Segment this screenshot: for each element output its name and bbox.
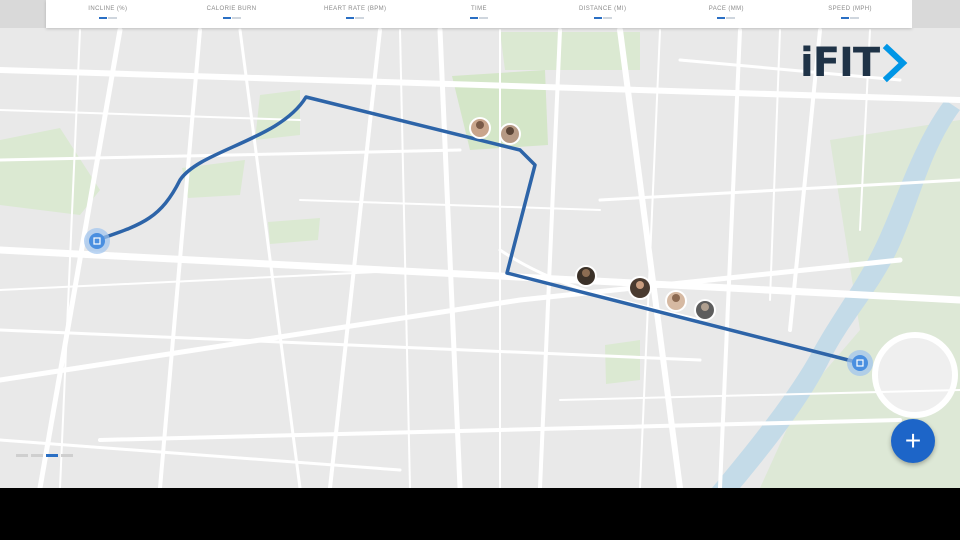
stats-bar-edge: [0, 0, 46, 28]
logo-text: iFIT: [800, 40, 880, 86]
page-dot[interactable]: [16, 454, 28, 457]
stat-distance: DISTANCE (MI): [548, 0, 658, 19]
stat-value-placeholder: [222, 16, 241, 19]
start-marker[interactable]: [84, 228, 110, 254]
plus-icon: +: [904, 425, 922, 456]
stats-panel: INCLINE (%) CALORIE BURN HEART RATE (BPM…: [46, 0, 912, 28]
stat-label: INCLINE (%): [88, 6, 128, 12]
page-dot[interactable]: [61, 454, 73, 457]
participant-avatar[interactable]: [499, 123, 521, 145]
stat-pace: PACE (MM): [671, 0, 781, 19]
chevron-right-icon: [882, 43, 908, 83]
stat-label: DISTANCE (MI): [578, 6, 627, 12]
page-dot-active[interactable]: [46, 454, 58, 457]
page-dot[interactable]: [31, 454, 43, 457]
stat-label: PACE (MM): [708, 6, 744, 12]
stat-value-placeholder: [98, 16, 117, 19]
participant-avatar[interactable]: [575, 265, 597, 287]
stat-value-placeholder: [841, 16, 860, 19]
stat-label: SPEED (MPH): [828, 6, 872, 12]
end-marker[interactable]: [847, 350, 873, 376]
stat-speed: SPEED (MPH): [795, 0, 905, 19]
stat-incline: INCLINE (%): [53, 0, 163, 19]
stat-label: CALORIE BURN: [206, 6, 257, 12]
stat-value-placeholder: [469, 16, 488, 19]
stat-value-placeholder: [593, 16, 612, 19]
participant-avatar[interactable]: [628, 276, 652, 300]
workout-map-screen: INCLINE (%) CALORIE BURN HEART RATE (BPM…: [0, 0, 960, 540]
add-button[interactable]: +: [891, 419, 935, 463]
bottom-letterbox: [0, 488, 960, 540]
stat-calorie-burn: CALORIE BURN: [177, 0, 287, 19]
stat-value-placeholder: [346, 16, 365, 19]
workout-stats-bar: INCLINE (%) CALORIE BURN HEART RATE (BPM…: [0, 0, 960, 30]
stat-heart-rate: HEART RATE (BPM): [300, 0, 410, 19]
participant-avatar[interactable]: [469, 117, 491, 139]
stat-time: TIME: [424, 0, 534, 19]
ifit-logo: iFIT: [800, 42, 940, 84]
stats-bar-edge: [912, 0, 960, 28]
stat-label: HEART RATE (BPM): [324, 6, 387, 12]
page-indicator: [16, 454, 73, 457]
participant-avatar[interactable]: [665, 290, 687, 312]
stat-label: TIME: [470, 6, 487, 12]
participant-avatar[interactable]: [694, 299, 716, 321]
stat-value-placeholder: [717, 16, 736, 19]
